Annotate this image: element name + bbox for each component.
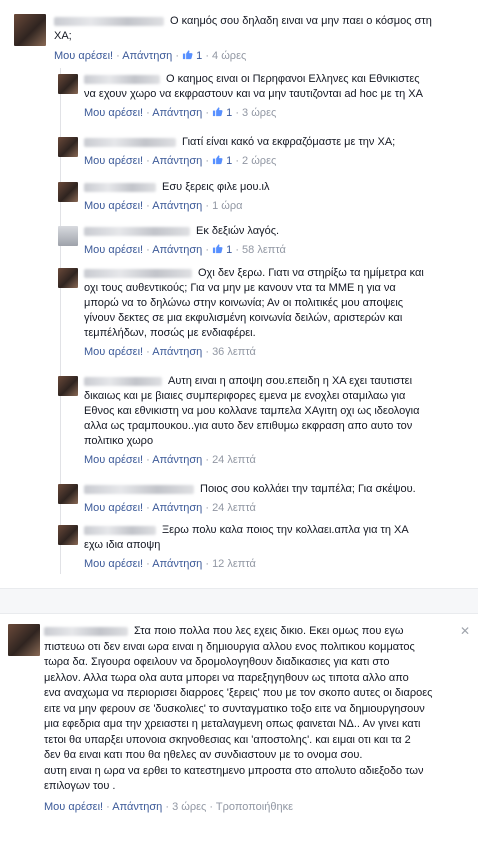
avatar[interactable] — [58, 484, 78, 504]
like-button[interactable]: Μου αρέσει! — [84, 107, 143, 119]
timestamp[interactable]: 4 ώρες — [212, 50, 246, 62]
like-count[interactable]: 1 — [226, 244, 232, 256]
reply-button[interactable]: Απάντηση — [152, 244, 202, 256]
like-count[interactable]: 1 — [226, 107, 232, 119]
reply-comment: Αυτη ειναι η αποψη σου.επειδη η ΧΑ εχει … — [84, 375, 420, 466]
avatar[interactable] — [58, 182, 78, 202]
author-name[interactable] — [84, 74, 160, 84]
timestamp[interactable]: 36 λεπτά — [212, 346, 256, 358]
avatar[interactable] — [14, 14, 46, 46]
reply-comment: Εσυ ξερεις φιλε μου.ιλ Μου αρέσει! · Απά… — [84, 181, 270, 212]
avatar[interactable] — [58, 226, 78, 246]
like-button[interactable]: Μου αρέσει! — [84, 558, 143, 570]
reply-comment: Ξερω πολυ καλα ποιος την κολλαει.απλα γι… — [84, 524, 409, 570]
reply-button[interactable]: Απάντηση — [152, 200, 202, 212]
comment-text: Ο καημός σου δηλαδη ειναι να μην παει ο … — [170, 15, 432, 27]
reply-button[interactable]: Απάντηση — [152, 107, 202, 119]
edited-label[interactable]: Τροποποιήθηκε — [216, 801, 293, 813]
like-button[interactable]: Μου αρέσει! — [84, 244, 143, 256]
like-count[interactable]: 1 — [182, 50, 202, 62]
author-name[interactable] — [84, 525, 156, 535]
reply-button[interactable]: Απάντηση — [112, 801, 162, 813]
like-button[interactable]: Μου αρέσει! — [84, 502, 143, 514]
reply-button[interactable]: Απάντηση — [152, 502, 202, 514]
comment-thread-2: ✕ Στα ποιο πολλα που λες εχεις δικιο. Εκ… — [0, 614, 478, 844]
reply-button[interactable]: Απάντηση — [152, 454, 202, 466]
top-comment: Ο καημός σου δηλαδη ειναι να μην παει ο … — [54, 14, 472, 64]
thumbs-up-icon — [182, 50, 193, 60]
timestamp[interactable]: 3 ώρες — [242, 107, 276, 119]
thumbs-up-icon — [212, 155, 223, 165]
reply-button[interactable]: Απάντηση — [152, 558, 202, 570]
like-button[interactable]: Μου αρέσει! — [84, 346, 143, 358]
timestamp[interactable]: 12 λεπτά — [212, 558, 256, 570]
avatar[interactable] — [8, 624, 40, 656]
comment-thread-1: Ο καημός σου δηλαδη ειναι να μην παει ο … — [0, 0, 478, 588]
reply-comment: Ποιος σου κολλάει την ταμπέλα; Για σκέψο… — [84, 483, 416, 514]
reply-comment: Εκ δεξιών λαγός. Μου αρέσει! · Απάντηση … — [84, 225, 286, 256]
author-name[interactable] — [84, 226, 190, 236]
like-button[interactable]: Μου αρέσει! — [84, 454, 143, 466]
reply-comment: Γιατί είναι κακό να εκφραζόμαστε με την … — [84, 136, 396, 167]
second-comment: Στα ποιο πολλα που λες εχεις δικιο. Εκει… — [44, 625, 433, 813]
separator — [0, 588, 478, 614]
author-name[interactable] — [84, 376, 162, 386]
like-button[interactable]: Μου αρέσει! — [84, 155, 143, 167]
timestamp[interactable]: 3 ώρες — [172, 801, 206, 813]
author-name[interactable] — [44, 626, 128, 636]
reply-button[interactable]: Απάντηση — [152, 346, 202, 358]
timestamp[interactable]: 24 λεπτά — [212, 454, 256, 466]
thumbs-up-icon — [212, 107, 223, 117]
reply-button[interactable]: Απάντηση — [152, 155, 202, 167]
like-button[interactable]: Μου αρέσει! — [84, 200, 143, 212]
reply-button[interactable]: Απάντηση — [122, 50, 172, 62]
timestamp[interactable]: 1 ώρα — [212, 200, 242, 212]
like-button[interactable]: Μου αρέσει! — [54, 50, 113, 62]
author-name[interactable] — [54, 16, 164, 26]
comment-text: ΧΑ; — [54, 30, 72, 42]
avatar[interactable] — [58, 376, 78, 396]
timestamp[interactable]: 58 λεπτά — [242, 244, 286, 256]
like-count[interactable]: 1 — [226, 155, 232, 167]
reply-comment: Οχι δεν ξερω. Γιατι να στηρίξω τα ημίμετ… — [84, 267, 424, 358]
timestamp[interactable]: 2 ώρες — [242, 155, 276, 167]
avatar[interactable] — [58, 525, 78, 545]
avatar[interactable] — [58, 74, 78, 94]
thumbs-up-icon — [212, 244, 223, 254]
author-name[interactable] — [84, 484, 194, 494]
author-name[interactable] — [84, 268, 192, 278]
author-name[interactable] — [84, 137, 176, 147]
timestamp[interactable]: 24 λεπτά — [212, 502, 256, 514]
avatar[interactable] — [58, 268, 78, 288]
reply-comment: Ο καημος ειναι οι Περηφανοι Ελληνες και … — [84, 73, 423, 119]
avatar[interactable] — [58, 137, 78, 157]
author-name[interactable] — [84, 182, 156, 192]
like-button[interactable]: Μου αρέσει! — [44, 801, 103, 813]
